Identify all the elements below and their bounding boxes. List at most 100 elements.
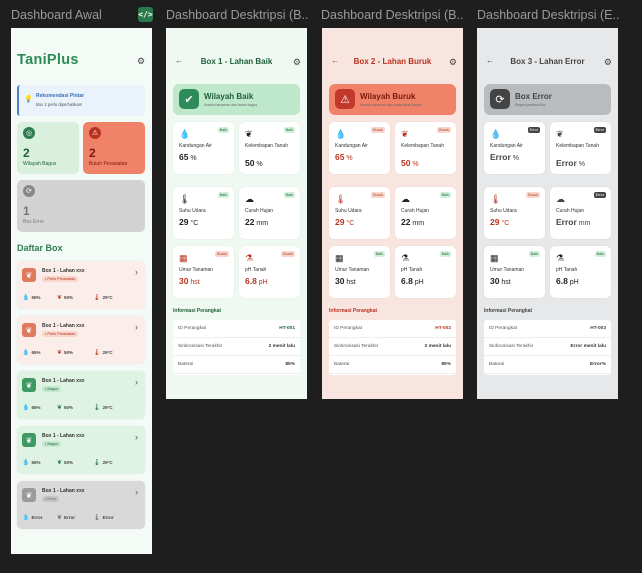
- sensor-status-badge: Error: [593, 192, 606, 198]
- chevron-right-icon[interactable]: ›: [135, 487, 138, 497]
- chevron-right-icon[interactable]: ›: [135, 432, 138, 442]
- device-info-row: ID Perangkat HT-003: [484, 320, 611, 338]
- sync-error-icon: ⟳: [23, 185, 35, 197]
- summary-error-card[interactable]: ⟳ 1 Box Error: [17, 180, 145, 232]
- sensor-status-badge: Baik: [373, 251, 385, 257]
- summary-bad-card[interactable]: ⚠ 2 Butuh Perawatan: [83, 122, 145, 174]
- frame-title-detail-1[interactable]: Dashboard Desktripsi (B...: [166, 8, 309, 22]
- sensor-status-badge: Error: [527, 127, 540, 133]
- gear-icon[interactable]: ⚙: [137, 56, 145, 67]
- sensor-status-badge: Baik: [439, 251, 451, 257]
- sensor-card[interactable]: 💧 Error Kandungan Air Error %: [484, 122, 545, 174]
- device-info-row: Sinkronisasi Terakhir 2 menit lalu: [329, 338, 456, 356]
- droplet-icon: 💧: [179, 129, 191, 139]
- sprout-icon: ❦: [57, 460, 63, 466]
- sensor-status-badge: Buruk: [437, 127, 451, 133]
- sensor-card[interactable]: 🌡 Buruk Suhu Udara 29 °C: [484, 187, 545, 239]
- sensor-card[interactable]: 💧 Baik Kandungan Air 65 %: [173, 122, 234, 174]
- sensor-label: Umur Tanaman: [335, 267, 370, 273]
- sprout-icon: ❦: [22, 488, 36, 502]
- info-key: ID Perangkat: [334, 326, 362, 331]
- sprout-icon: ❦: [22, 268, 36, 282]
- chevron-right-icon[interactable]: ›: [135, 322, 138, 332]
- flask-icon: ⚗: [401, 253, 410, 263]
- sensor-value: 30 hst: [490, 276, 511, 286]
- status-badge: • Bagus: [42, 386, 62, 392]
- device-info-table: ID Perangkat HT-002 Sinkronisasi Terakhir 2…: [329, 320, 456, 375]
- flask-icon: ⚗: [556, 253, 565, 263]
- sensor-value: 50 %: [401, 158, 419, 168]
- chevron-right-icon[interactable]: ›: [135, 267, 138, 277]
- chevron-right-icon[interactable]: ›: [135, 377, 138, 387]
- humidity-metric: ❦ 50%: [57, 460, 74, 466]
- banner-title: Wilayah Baik: [204, 92, 254, 101]
- recommendation-banner[interactable]: 💡 Rekomendasi Pintar Box 2 perlu diperha…: [17, 85, 145, 116]
- sensor-value: Error mm: [556, 217, 591, 227]
- box-list-item[interactable]: ❦ Box 1 - Lahan xxx • Perlu Perawatan › 💧 65%…: [17, 261, 145, 309]
- sensor-value: 6.8 pH: [556, 276, 579, 286]
- sensor-label: Umur Tanaman: [490, 267, 525, 273]
- frame-title-detail-3[interactable]: Dashboard Desktripsi (E...: [477, 8, 620, 22]
- device-info-row: ID Perangkat HT-002: [329, 320, 456, 338]
- sensor-status-badge: Baik: [594, 251, 606, 257]
- droplet-icon: 💧: [22, 295, 30, 301]
- frame-title-detail-2[interactable]: Dashboard Desktripsi (B...: [321, 8, 464, 22]
- info-value: HT-001: [279, 326, 295, 331]
- sensor-card[interactable]: ❦ Buruk Kelembapan Tanah 50 %: [395, 122, 456, 174]
- gear-icon[interactable]: ⚙: [449, 57, 457, 68]
- sensor-card[interactable]: 🌡 Buruk Suhu Udara 29 °C: [329, 187, 390, 239]
- sensor-card[interactable]: ▦ Buruk Umur Tanaman 30 hst: [173, 246, 234, 298]
- gear-icon[interactable]: ⚙: [293, 57, 301, 68]
- gear-icon[interactable]: ⚙: [604, 57, 612, 68]
- moisture-metric: 💧 Error: [22, 515, 43, 521]
- info-value: HT-002: [435, 326, 451, 331]
- sensor-card[interactable]: ☁ Baik Curah Hujan 22 mm: [395, 187, 456, 239]
- warning-icon: ⚠: [89, 127, 101, 139]
- sensor-card[interactable]: ⚗ Baik pH Tanah 6.8 pH: [395, 246, 456, 298]
- sensor-card[interactable]: ☁ Baik Curah Hujan 22 mm: [239, 187, 300, 239]
- sensor-card[interactable]: 🌡 Baik Suhu Udara 29 °C: [173, 187, 234, 239]
- banner-subtitle: Kondisi tanaman dan tanah tidak bagus: [360, 103, 422, 107]
- sensor-value: Error %: [490, 152, 519, 162]
- box-list-item[interactable]: ❦ Box 1 - Lahan xxx • Perlu Perawatan › 💧 65%…: [17, 316, 145, 364]
- thermometer-icon: 🌡: [335, 194, 347, 204]
- sensor-label: Kandungan Air: [179, 143, 212, 149]
- detail-frame-box-1: ← Box 1 - Lahan Baik ⚙ ✔ Wilayah Baik Kondisi…: [166, 28, 307, 399]
- error-count: 1: [23, 204, 30, 218]
- sensor-status-badge: Buruk: [371, 192, 385, 198]
- sensor-status-badge: Baik: [283, 192, 295, 198]
- device-info-table: ID Perangkat HT-003 Sinkronisasi Terakhir E…: [484, 320, 611, 375]
- sensor-card[interactable]: ⚗ Buruk pH Tanah 6.8 pH: [239, 246, 300, 298]
- sensor-card[interactable]: ▦ Baik Umur Tanaman 30 hst: [484, 246, 545, 298]
- recommendation-text: Box 2 perlu diperhatikan!: [36, 102, 83, 107]
- box-title: Box 1 - Lahan xxx: [42, 378, 85, 384]
- cloud-rain-icon: ☁: [556, 194, 565, 204]
- sensor-card[interactable]: ❦ Error Kelembapan Tanah Error %: [550, 122, 611, 174]
- moisture-metric: 💧 65%: [22, 460, 41, 466]
- summary-good-card[interactable]: ◎ 2 Wilayah Bagus: [17, 122, 79, 174]
- sensor-card[interactable]: ❦ Baik Kelembapan Tanah 50 %: [239, 122, 300, 174]
- sprout-icon: ❦: [22, 323, 36, 337]
- sensor-value: 6.8 pH: [401, 276, 424, 286]
- cloud-rain-icon: ☁: [245, 194, 254, 204]
- box-list-item[interactable]: ❦ Box 1 - Lahan xxx • Bagus › 💧 65% ❦ 50% 🌡 29°C: [17, 426, 145, 474]
- sensor-status-badge: Baik: [439, 192, 451, 198]
- sensor-value: 50 %: [245, 158, 263, 168]
- box-list-item[interactable]: ❦ Box 1 - Lahan xxx • Error › 💧 Error ❦ Error 🌡 E…: [17, 481, 145, 529]
- droplet-icon: 💧: [22, 460, 30, 466]
- frame-title-dashboard-awal[interactable]: Dashboard Awal: [11, 8, 136, 22]
- info-value: Error menit lalu: [570, 344, 606, 349]
- sensor-card[interactable]: ☁ Error Curah Hujan Error mm: [550, 187, 611, 239]
- sensor-status-badge: Buruk: [371, 127, 385, 133]
- box-list-item[interactable]: ❦ Box 1 - Lahan xxx • Bagus › 💧 65% ❦ 50% 🌡 29°C: [17, 371, 145, 419]
- droplet-icon: 💧: [335, 129, 347, 139]
- code-icon[interactable]: </>: [138, 7, 153, 22]
- thermometer-icon: 🌡: [93, 405, 101, 411]
- sensor-card[interactable]: ▦ Baik Umur Tanaman 30 hst: [329, 246, 390, 298]
- box-title: Box 1 - Lahan xxx: [42, 268, 85, 274]
- sensor-card[interactable]: 💧 Buruk Kandungan Air 65 %: [329, 122, 390, 174]
- sensor-card[interactable]: ⚗ Baik pH Tanah 6.8 pH: [550, 246, 611, 298]
- device-info-row: Sinkronisasi Terakhir 2 menit lalu: [173, 338, 300, 356]
- sprout-icon: ❦: [57, 515, 63, 521]
- device-info-title: Informasi Perangkat: [484, 308, 533, 314]
